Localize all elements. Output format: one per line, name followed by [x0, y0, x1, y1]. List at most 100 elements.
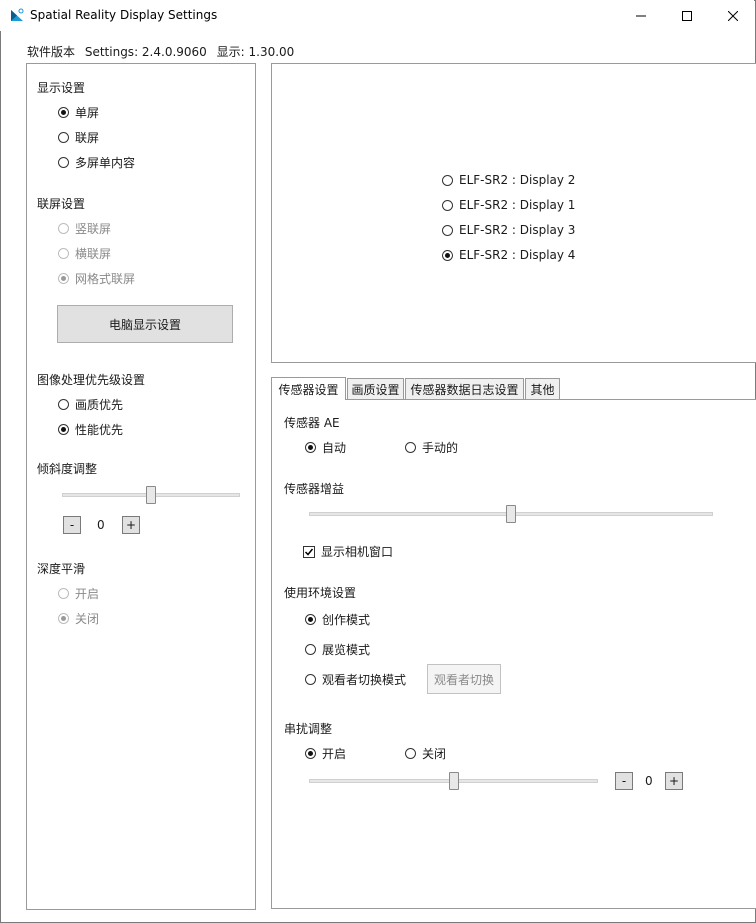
crosstalk-label: 串扰调整 [284, 722, 333, 736]
close-button[interactable] [710, 0, 756, 31]
close-icon [728, 10, 738, 21]
radio-button[interactable] [405, 748, 416, 759]
radio-label: ELF-SR2 : Display 4 [459, 248, 576, 262]
radio-label: 画质优先 [75, 398, 124, 412]
depth-smoothing-label: 深度平滑 [37, 562, 86, 576]
radio-label: ELF-SR2 : Display 2 [459, 173, 576, 187]
radio-button [58, 223, 69, 234]
display-version: 显示: 1.30.00 [216, 45, 295, 59]
radio-ae-manual[interactable]: 手动的 [405, 439, 458, 456]
version-label: 软件版本 [27, 45, 76, 59]
radio-single-screen[interactable]: 单屏 [58, 104, 99, 121]
pc-display-settings-button[interactable]: 电脑显示设置 [57, 305, 233, 343]
radio-label: 竖联屏 [75, 222, 112, 236]
viewer-switch-button: 观看者切换 [427, 664, 501, 694]
maximize-button[interactable] [664, 0, 710, 31]
crosstalk-decrement-button[interactable]: - [615, 772, 633, 790]
radio-label: 创作模式 [322, 613, 371, 627]
radio-quality-priority[interactable]: 画质优先 [58, 396, 123, 413]
radio-display-4[interactable]: ELF-SR2 : Display 4 [442, 248, 575, 262]
tab-image-quality[interactable]: 画质设置 [347, 378, 404, 399]
radio-display-2[interactable]: ELF-SR2 : Display 2 [442, 173, 575, 187]
radio-label: 手动的 [422, 441, 459, 455]
tilt-value: 0 [97, 518, 105, 532]
tilt-increment-button[interactable]: + [122, 516, 140, 534]
radio-label: ELF-SR2 : Display 3 [459, 223, 576, 237]
show-camera-window-checkbox[interactable]: 显示相机窗口 [303, 543, 393, 560]
radio-multi-screen-single-content[interactable]: 多屏单内容 [58, 154, 135, 171]
left-panel [26, 63, 256, 910]
radio-label: 展览模式 [322, 643, 371, 657]
radio-tiled-screen[interactable]: 联屏 [58, 129, 99, 146]
radio-display-3[interactable]: ELF-SR2 : Display 3 [442, 223, 575, 237]
checkbox-label: 显示相机窗口 [321, 545, 394, 559]
radio-button[interactable] [442, 199, 453, 211]
environment-label: 使用环境设置 [284, 586, 357, 600]
minimize-button[interactable] [618, 0, 664, 31]
radio-button[interactable] [405, 442, 416, 453]
checkbox[interactable] [303, 545, 315, 558]
radio-viewer-switch-mode[interactable]: 观看者切换模式 [305, 671, 406, 688]
radio-exhibition-mode[interactable]: 展览模式 [305, 641, 370, 658]
radio-label: ELF-SR2 : Display 1 [459, 198, 576, 212]
display-select-panel [271, 63, 756, 363]
radio-ae-auto[interactable]: 自动 [305, 439, 346, 456]
crosstalk-value: 0 [645, 774, 653, 788]
radio-button[interactable] [58, 399, 69, 410]
radio-button[interactable] [58, 107, 69, 118]
tab-sensor-log[interactable]: 传感器数据日志设置 [405, 378, 524, 399]
radio-crosstalk-on[interactable]: 开启 [305, 745, 346, 762]
radio-button[interactable] [442, 224, 453, 236]
radio-button [58, 273, 69, 284]
tab-other[interactable]: 其他 [525, 378, 560, 399]
minimize-icon [636, 15, 646, 16]
radio-label: 关闭 [422, 747, 447, 761]
radio-button[interactable] [58, 157, 69, 168]
display-settings-label: 显示设置 [37, 81, 86, 95]
settings-version: Settings: 2.4.0.9060 [84, 45, 207, 59]
app-icon [11, 8, 24, 21]
radio-label: 自动 [322, 441, 347, 455]
sensor-ae-label: 传感器 AE [284, 416, 340, 430]
radio-button[interactable] [442, 249, 453, 261]
radio-label: 观看者切换模式 [322, 673, 407, 687]
radio-label: 多屏单内容 [75, 156, 136, 170]
radio-button[interactable] [305, 674, 316, 685]
radio-button [58, 613, 69, 624]
gain-slider-thumb[interactable] [506, 505, 516, 523]
radio-depth-on: 开启 [58, 585, 99, 602]
radio-button[interactable] [305, 748, 316, 759]
tab-sensor-settings[interactable]: 传感器设置 [271, 377, 346, 400]
checkmark-icon [304, 548, 314, 556]
tilt-slider-thumb[interactable] [146, 486, 156, 504]
window-title: Spatial Reality Display Settings [30, 8, 218, 22]
radio-horizontal-tiling: 横联屏 [58, 245, 111, 262]
radio-label: 开启 [322, 747, 347, 761]
radio-crosstalk-off[interactable]: 关闭 [405, 745, 446, 762]
radio-button[interactable] [305, 442, 316, 453]
radio-label: 网格式联屏 [75, 272, 136, 286]
radio-creation-mode[interactable]: 创作模式 [305, 611, 370, 628]
tilt-label: 倾斜度调整 [37, 462, 98, 476]
tiling-settings-label: 联屏设置 [37, 197, 86, 211]
sensor-gain-label: 传感器增益 [284, 482, 345, 496]
radio-button[interactable] [58, 132, 69, 143]
maximize-icon [682, 10, 692, 21]
crosstalk-slider-thumb[interactable] [448, 772, 459, 790]
radio-vertical-tiling: 竖联屏 [58, 220, 111, 237]
radio-label: 单屏 [75, 106, 100, 120]
radio-button[interactable] [58, 424, 69, 435]
tilt-decrement-button[interactable]: - [63, 516, 81, 534]
title-bar: Spatial Reality Display Settings [0, 0, 754, 31]
radio-button[interactable] [305, 614, 316, 625]
crosstalk-increment-button[interactable]: + [665, 772, 683, 790]
radio-grid-tiling: 网格式联屏 [58, 270, 135, 287]
radio-button[interactable] [305, 644, 316, 655]
radio-depth-off: 关闭 [58, 610, 99, 627]
radio-button[interactable] [442, 174, 453, 186]
version-info: 软件版本 Settings: 2.4.0.9060 显示: 1.30.00 [27, 43, 300, 60]
radio-button [58, 248, 69, 259]
radio-label: 性能优先 [75, 423, 124, 437]
radio-display-1[interactable]: ELF-SR2 : Display 1 [442, 198, 575, 212]
radio-performance-priority[interactable]: 性能优先 [58, 421, 123, 438]
